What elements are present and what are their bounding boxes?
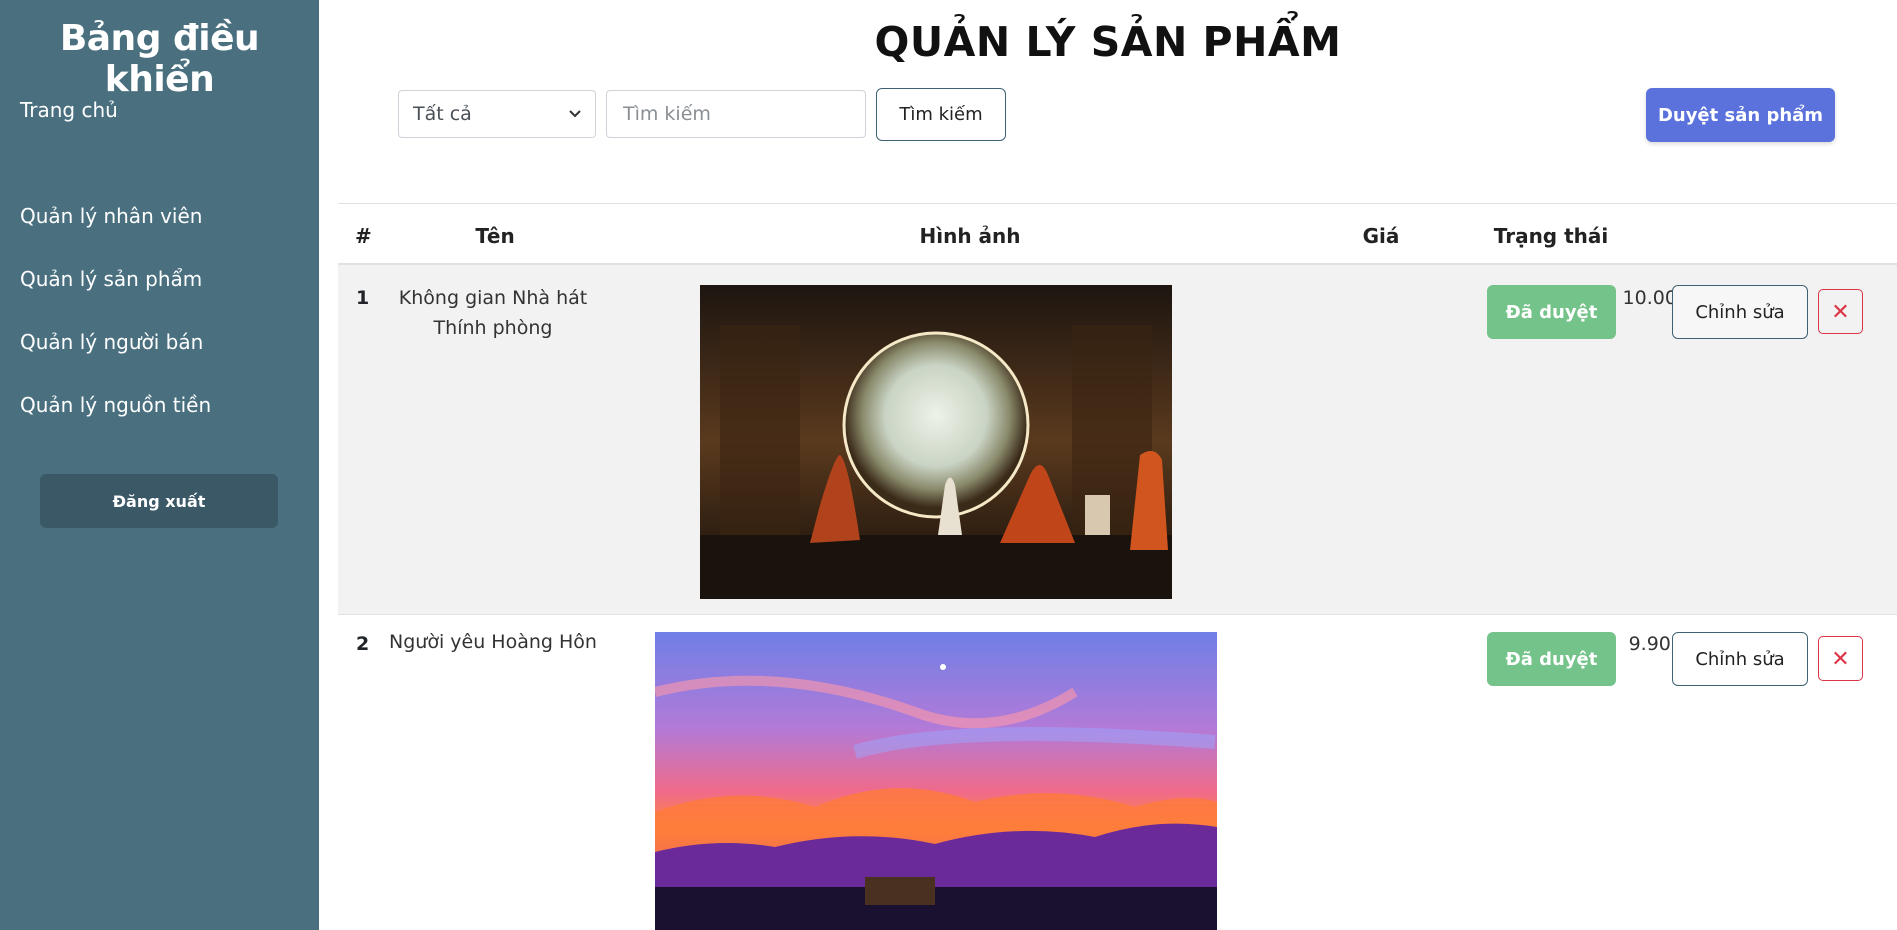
close-icon: ✕ bbox=[1831, 298, 1850, 324]
header-index: # bbox=[355, 224, 372, 248]
row-index: 1 bbox=[356, 287, 370, 309]
product-name: Không gian Nhà hát Thính phòng bbox=[388, 283, 598, 343]
product-image bbox=[655, 632, 1217, 930]
sidebar-item-funds[interactable]: Quản lý nguồn tiền bbox=[20, 393, 211, 417]
sidebar-item-sellers[interactable]: Quản lý người bán bbox=[20, 330, 203, 354]
sidebar-title: Bảng điều khiển bbox=[59, 18, 260, 100]
header-image: Hình ảnh bbox=[919, 224, 1021, 248]
search-button[interactable]: Tìm kiếm bbox=[876, 88, 1006, 141]
page-title: QUẢN LÝ SẢN PHẨM bbox=[874, 18, 1342, 66]
sidebar-item-home[interactable]: Trang chủ bbox=[20, 98, 118, 122]
header-status: Trạng thái bbox=[1493, 224, 1609, 248]
logout-button[interactable]: Đăng xuất bbox=[40, 474, 278, 528]
header-name: Tên bbox=[475, 224, 515, 248]
sidebar: Bảng điều khiển Trang chủ Quản lý nhân v… bbox=[0, 0, 319, 930]
table-row: 2 Người yêu Hoàng Hôn Đã duyệt Chỉnh sửa… bbox=[338, 615, 1897, 930]
header-price: Giá bbox=[1362, 224, 1400, 248]
status-badge[interactable]: Đã duyệt bbox=[1487, 285, 1616, 339]
delete-button[interactable]: ✕ bbox=[1818, 289, 1863, 334]
products-table: # Tên Hình ảnh Giá Trạng thái 1 Không gi… bbox=[338, 203, 1897, 930]
delete-button[interactable]: ✕ bbox=[1818, 636, 1863, 681]
product-name-line: Thính phòng bbox=[433, 317, 553, 339]
table-row: 1 Không gian Nhà hát Thính phòng Đã duyệ… bbox=[338, 265, 1897, 615]
close-icon: ✕ bbox=[1831, 645, 1850, 671]
sidebar-item-products[interactable]: Quản lý sản phẩm bbox=[20, 267, 202, 291]
product-name: Người yêu Hoàng Hôn bbox=[378, 627, 608, 657]
product-name-line: Người yêu Hoàng Hôn bbox=[389, 631, 597, 653]
approve-products-button[interactable]: Duyệt sản phẩm bbox=[1646, 88, 1835, 142]
edit-button[interactable]: Chỉnh sửa bbox=[1672, 285, 1808, 339]
search-input[interactable] bbox=[606, 90, 866, 138]
row-index: 2 bbox=[356, 633, 370, 655]
table-header: # Tên Hình ảnh Giá Trạng thái bbox=[338, 203, 1897, 265]
product-image bbox=[700, 285, 1172, 599]
edit-button[interactable]: Chỉnh sửa bbox=[1672, 632, 1808, 686]
status-filter-select[interactable]: Tất cả bbox=[398, 90, 596, 138]
status-badge[interactable]: Đã duyệt bbox=[1487, 632, 1616, 686]
chevron-down-icon bbox=[569, 107, 581, 121]
product-name-line: Không gian Nhà hát bbox=[398, 287, 588, 309]
sidebar-item-employees[interactable]: Quản lý nhân viên bbox=[20, 204, 202, 228]
status-filter-value: Tất cả bbox=[413, 103, 472, 125]
